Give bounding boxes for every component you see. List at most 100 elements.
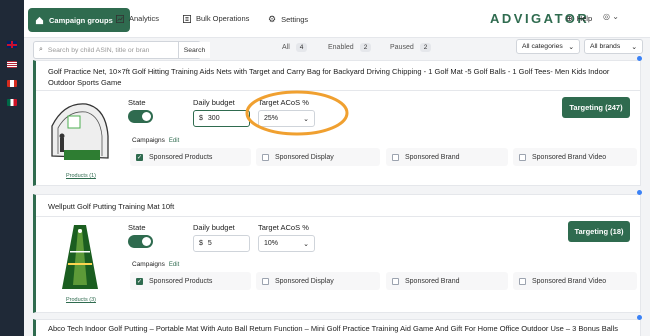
checkbox[interactable] — [262, 153, 269, 161]
bulk-icon — [183, 14, 191, 23]
nav-settings[interactable]: ⚙ Settings — [268, 14, 308, 25]
checkbox[interactable] — [392, 277, 399, 285]
nav-campaign-groups[interactable]: Campaign groups — [28, 8, 130, 32]
card-title: Abco Tech Indoor Golf Putting – Portable… — [48, 324, 618, 333]
globe-icon: ⊕ — [566, 14, 573, 23]
categories-select[interactable]: All categories ⌄ — [516, 39, 580, 54]
flag-icon-uk[interactable] — [7, 41, 17, 48]
tab-all-label: All — [282, 44, 290, 51]
tab-enabled-count: 2 — [359, 43, 372, 52]
top-navigation: Campaign groups Analytics Bulk Operation… — [24, 0, 650, 38]
gear-icon: ⚙ — [268, 14, 277, 24]
filter-bar: ⌕ Search by child ASIN, title or bran Se… — [24, 38, 650, 60]
campaign-type-sponsored-brand[interactable]: Sponsored Brand — [386, 148, 508, 166]
flag-icon-us[interactable] — [7, 61, 17, 68]
campaign-type-sponsored-brand-video[interactable]: Sponsored Brand Video — [513, 272, 637, 290]
search-field[interactable]: ⌕ Search by child ASIN, title or bran Se… — [33, 41, 210, 59]
currency-symbol: $ — [199, 115, 203, 122]
product-image — [51, 103, 109, 160]
checkbox-checked[interactable]: ✓ — [136, 153, 143, 161]
card-title: Wellputt Golf Putting Training Mat 10ft — [48, 202, 175, 211]
products-link[interactable]: Products (1) — [66, 173, 96, 179]
nav-analytics[interactable]: Analytics — [116, 14, 159, 23]
budget-input[interactable]: $ 300 — [193, 110, 250, 127]
sidebar — [0, 0, 24, 336]
notification-dot — [637, 315, 642, 320]
notification-dot — [637, 56, 642, 61]
acos-select[interactable]: 10% ⌄ — [258, 235, 315, 252]
currency-symbol: $ — [199, 240, 203, 247]
user-icon: ◎ — [603, 12, 610, 21]
budget-value: 300 — [207, 115, 220, 122]
campaign-group-card: Abco Tech Indoor Golf Putting – Portable… — [33, 319, 641, 336]
home-icon — [35, 16, 44, 24]
campaign-type-label: Sponsored Products — [149, 277, 213, 285]
state-toggle[interactable] — [128, 235, 153, 248]
campaign-type-sponsored-brand[interactable]: Sponsored Brand — [386, 272, 508, 290]
tab-enabled-label: Enabled — [328, 44, 354, 51]
checkbox[interactable] — [392, 153, 399, 161]
user-menu[interactable]: ◎ ⌄ — [603, 12, 619, 21]
edit-campaigns-link[interactable]: Edit — [169, 138, 179, 144]
budget-input[interactable]: $ 5 — [193, 235, 250, 252]
targeting-button[interactable]: Targeting (18) — [568, 221, 630, 242]
campaign-type-label: Sponsored Brand Video — [532, 277, 607, 285]
budget-label: Daily budget — [193, 223, 235, 232]
search-input[interactable]: Search by child ASIN, title or bran — [48, 47, 150, 54]
checkbox-checked[interactable]: ✓ — [136, 277, 143, 285]
campaigns-label: Campaigns Edit — [132, 261, 179, 268]
flag-icon-mx[interactable] — [7, 99, 17, 106]
edit-campaigns-link[interactable]: Edit — [169, 262, 179, 268]
search-icon: ⌕ — [39, 46, 43, 53]
tab-paused-count: 2 — [419, 43, 432, 52]
chart-icon — [116, 14, 124, 23]
budget-label: Daily budget — [193, 98, 235, 107]
brands-select-value: All brands — [590, 43, 621, 50]
state-toggle[interactable] — [128, 110, 153, 123]
products-link[interactable]: Products (3) — [66, 297, 96, 303]
product-image — [62, 225, 98, 289]
nav-analytics-label: Analytics — [129, 14, 160, 23]
chevron-down-icon: ⌄ — [612, 12, 619, 21]
search-button[interactable]: Search — [178, 42, 210, 58]
nav-campaign-groups-label: Campaign groups — [49, 15, 113, 25]
checkbox[interactable] — [519, 277, 526, 285]
help-button[interactable]: ⊕ Help — [566, 14, 592, 23]
campaign-type-label: Sponsored Products — [149, 153, 213, 161]
nav-bulk-operations-label: Bulk Operations — [196, 14, 250, 23]
help-label: Help — [576, 14, 593, 23]
flag-icon-ca[interactable] — [7, 80, 17, 87]
acos-label: Target ACoS % — [258, 223, 309, 232]
checkbox[interactable] — [519, 153, 526, 161]
chevron-down-icon: ⌄ — [568, 43, 574, 51]
highlight-circle-annotation — [245, 90, 349, 136]
brands-select[interactable]: All brands ⌄ — [584, 39, 643, 54]
state-label: State — [128, 223, 146, 232]
campaign-type-label: Sponsored Brand — [405, 277, 460, 285]
nav-bulk-operations[interactable]: Bulk Operations — [183, 14, 249, 23]
categories-select-value: All categories — [522, 43, 563, 50]
campaign-group-card: Golf Practice Net, 10×7ft Golf Hitting T… — [33, 60, 641, 186]
card-title: Golf Practice Net, 10×7ft Golf Hitting T… — [48, 67, 610, 87]
divider — [36, 216, 641, 217]
campaign-type-sponsored-products[interactable]: ✓ Sponsored Products — [130, 272, 251, 290]
nav-settings-label: Settings — [281, 15, 309, 24]
campaign-type-label: Sponsored Display — [275, 277, 334, 285]
tab-all[interactable]: All 4 — [282, 43, 308, 52]
campaign-type-label: Sponsored Brand — [405, 153, 460, 161]
campaign-type-sponsored-brand-video[interactable]: Sponsored Brand Video — [513, 148, 637, 166]
tab-paused-label: Paused — [390, 44, 414, 51]
campaigns-label: Campaigns Edit — [132, 137, 179, 144]
campaign-type-sponsored-display[interactable]: Sponsored Display — [256, 148, 380, 166]
acos-value: 10% — [264, 240, 279, 247]
tab-enabled[interactable]: Enabled 2 — [328, 43, 372, 52]
checkbox[interactable] — [262, 277, 269, 285]
notification-dot — [637, 190, 642, 195]
campaign-type-sponsored-display[interactable]: Sponsored Display — [256, 272, 380, 290]
tab-paused[interactable]: Paused 2 — [390, 43, 432, 52]
budget-value: 5 — [207, 240, 212, 247]
campaign-type-sponsored-products[interactable]: ✓ Sponsored Products — [130, 148, 251, 166]
campaign-group-card: Wellputt Golf Putting Training Mat 10ft … — [33, 194, 641, 313]
targeting-button[interactable]: Targeting (247) — [562, 97, 630, 118]
chevron-down-icon: ⌄ — [303, 240, 309, 248]
